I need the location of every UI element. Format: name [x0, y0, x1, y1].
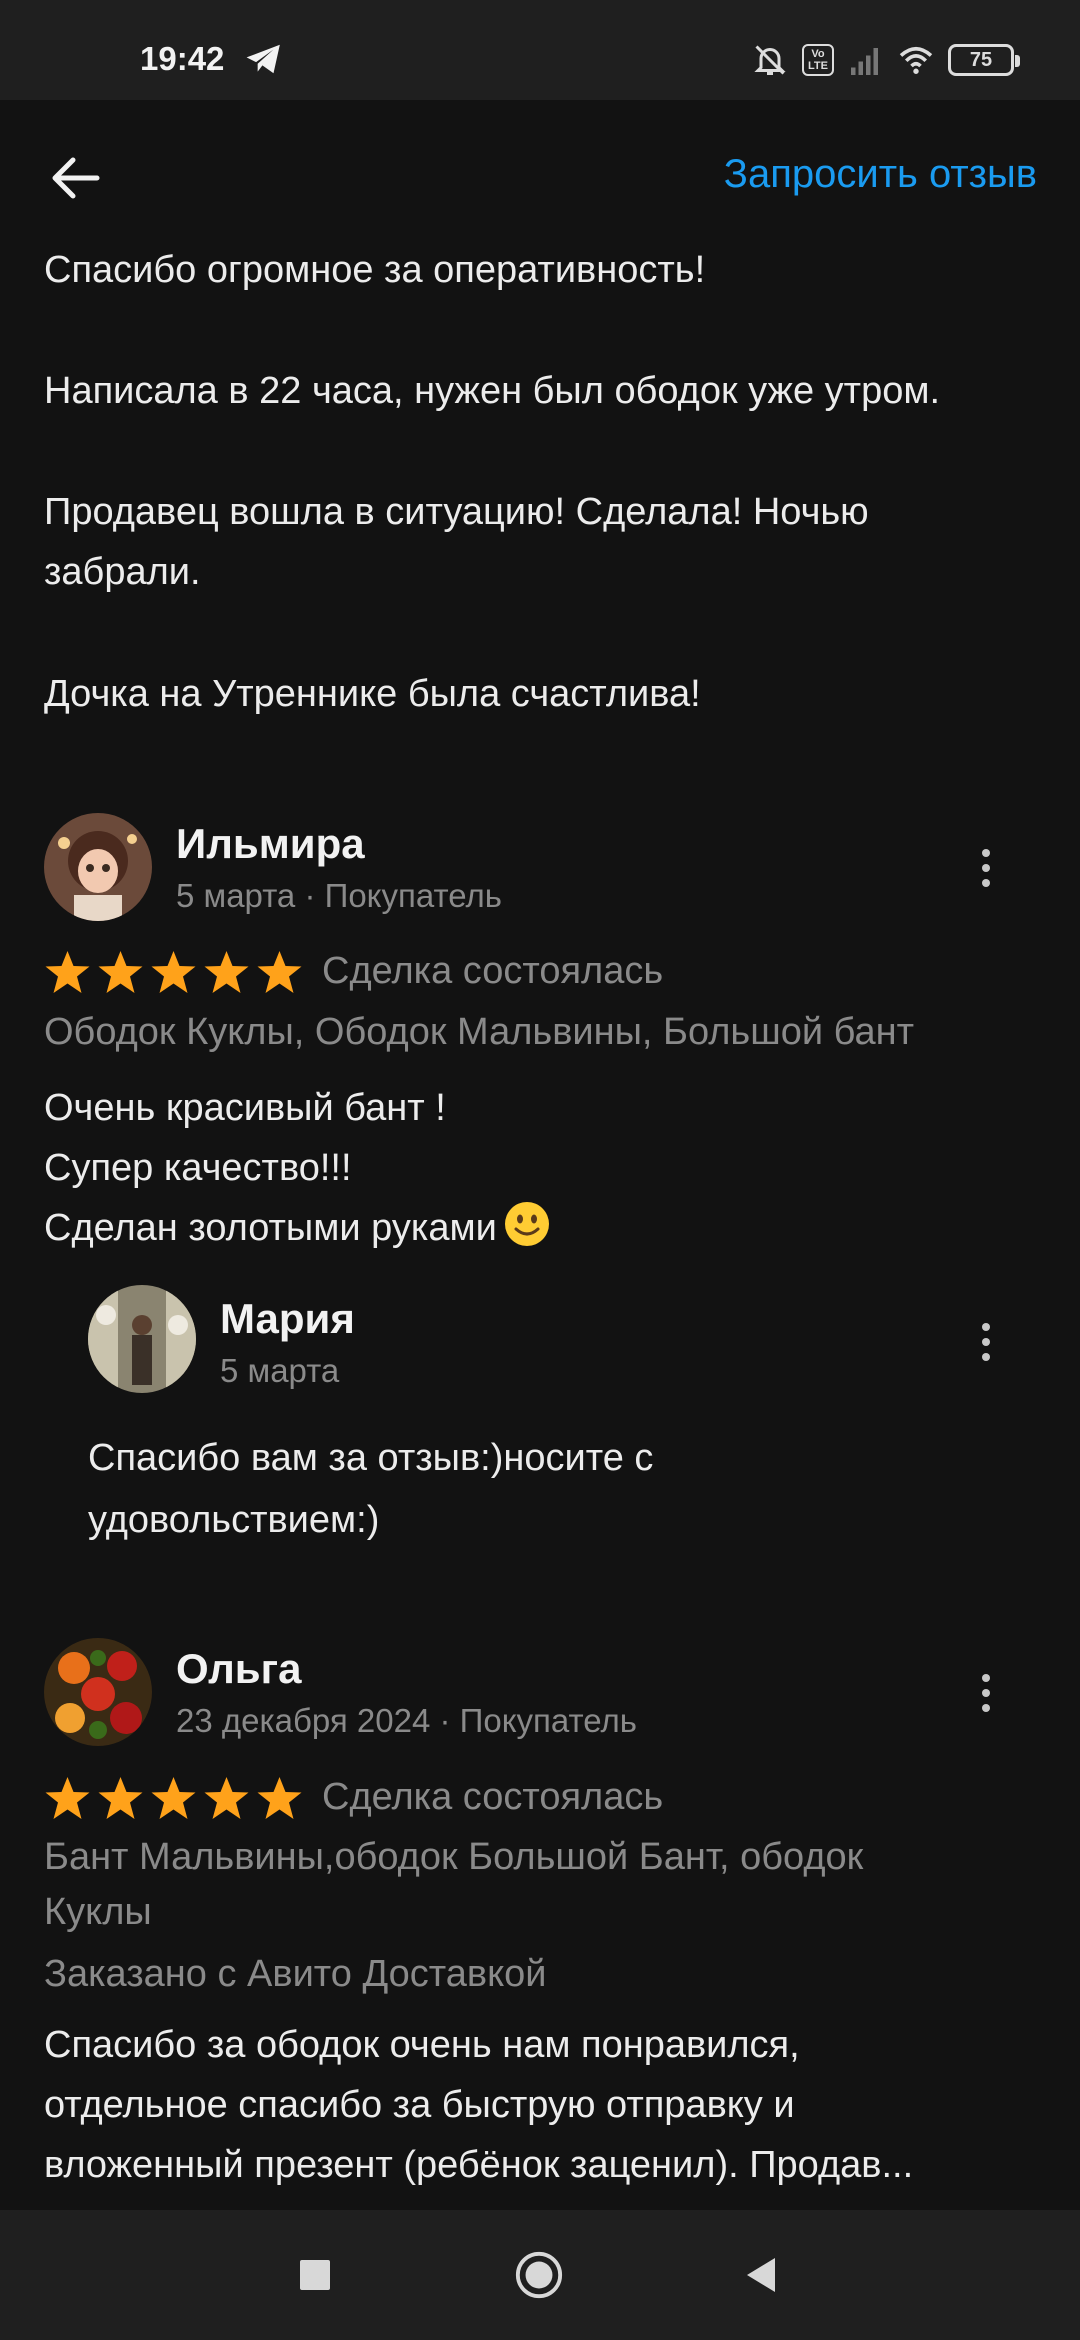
status-icons: Vo LTE 75: [752, 40, 1020, 80]
review-text-p2: Написала в 22 часа, нужен был ободок уже…: [44, 370, 941, 412]
smile-emoji-icon: [504, 1202, 549, 1246]
reply-more-options-icon[interactable]: [966, 1312, 1006, 1372]
status-bar: 19:42 Vo LTE 75: [0, 0, 1080, 100]
avatar[interactable]: [44, 813, 152, 921]
reviews-list[interactable]: Спасибо огромное за оперативность! Напис…: [0, 240, 1080, 2210]
wifi-icon: [899, 46, 933, 74]
review-items-line2: Куклы: [44, 1891, 152, 1933]
deal-status: Сделка состоялась: [322, 950, 664, 992]
reply-text-line1: Спасибо вам за отзыв:)носите с: [88, 1437, 654, 1479]
home-circle-icon[interactable]: [514, 2250, 564, 2300]
review-text-p3-line2: забрали.: [44, 551, 201, 593]
more-options-icon[interactable]: [966, 838, 1006, 898]
review-items-line1: Бант Мальвины,ободок Большой Бант, ободо…: [44, 1836, 864, 1878]
review-text-p1: Спасибо огромное за оперативность!: [44, 249, 706, 291]
deal-status: Сделка состоялась: [322, 1776, 664, 1818]
delivery-note: Заказано с Авито Доставкой: [44, 1953, 547, 1995]
back-triangle-icon[interactable]: [736, 2250, 786, 2300]
reply-meta: 5 марта: [220, 1352, 340, 1389]
star-icon: [45, 1777, 90, 1819]
star-icon: [151, 951, 196, 993]
rating-stars: [44, 950, 303, 995]
star-icon: [151, 1777, 196, 1819]
reply-author[interactable]: Мария: [220, 1295, 355, 1343]
star-icon: [257, 1777, 302, 1819]
rating-stars: [44, 1776, 303, 1821]
telegram-icon: [246, 44, 280, 74]
battery-level: 75: [969, 48, 993, 71]
star-icon: [204, 1777, 249, 1819]
star-icon: [98, 1777, 143, 1819]
review-author[interactable]: Ильмира: [176, 820, 365, 868]
star-icon: [257, 951, 302, 993]
system-nav-bar: [0, 2210, 1080, 2340]
reply-avatar[interactable]: [88, 1285, 196, 1393]
bell-muted-icon: [754, 45, 786, 75]
avatar[interactable]: [44, 1638, 152, 1746]
battery-icon: 75: [948, 44, 1020, 76]
recents-square-icon[interactable]: [290, 2250, 340, 2300]
back-button[interactable]: [40, 148, 112, 208]
review-text-p3-line1: Продавец вошла в ситуацию! Сделала! Ночь…: [44, 491, 869, 533]
reply-text-line2: удовольствием:): [88, 1499, 380, 1541]
review-author[interactable]: Ольга: [176, 1645, 301, 1693]
request-review-link[interactable]: Запросить отзыв: [724, 152, 1037, 197]
signal-icon: [851, 48, 878, 75]
review-text-line-with-emoji: Сделан золотыми руками: [44, 1198, 1044, 1258]
review-text-line: отдельное спасибо за быструю отправку и: [44, 2084, 795, 2126]
star-icon: [45, 951, 90, 993]
review-items: Ободок Куклы, Ободок Мальвины, Большой б…: [44, 1011, 915, 1053]
review-meta: 23 декабря 2024 · Покупатель: [176, 1702, 637, 1739]
review-text-line: Сделан золотыми руками: [44, 1207, 497, 1249]
arrow-left-icon: [52, 157, 100, 199]
more-options-icon[interactable]: [966, 1663, 1006, 1723]
review-text-p4: Дочка на Утреннике была счастлива!: [44, 673, 701, 715]
review-text-line: Спасибо за ободок очень нам понравился,: [44, 2024, 800, 2066]
review-text-line: Супер качество!!!: [44, 1147, 352, 1189]
volte-icon: Vo LTE: [802, 44, 834, 76]
header: Запросить отзыв: [0, 100, 1080, 250]
star-icon: [204, 951, 249, 993]
star-icon: [98, 951, 143, 993]
review-meta: 5 марта · Покупатель: [176, 877, 502, 914]
status-time: 19:42: [140, 40, 225, 77]
review-text-line: вложенный презент (ребёнок заценил). Про…: [44, 2144, 914, 2186]
review-text-line: Очень красивый бант !: [44, 1087, 446, 1129]
